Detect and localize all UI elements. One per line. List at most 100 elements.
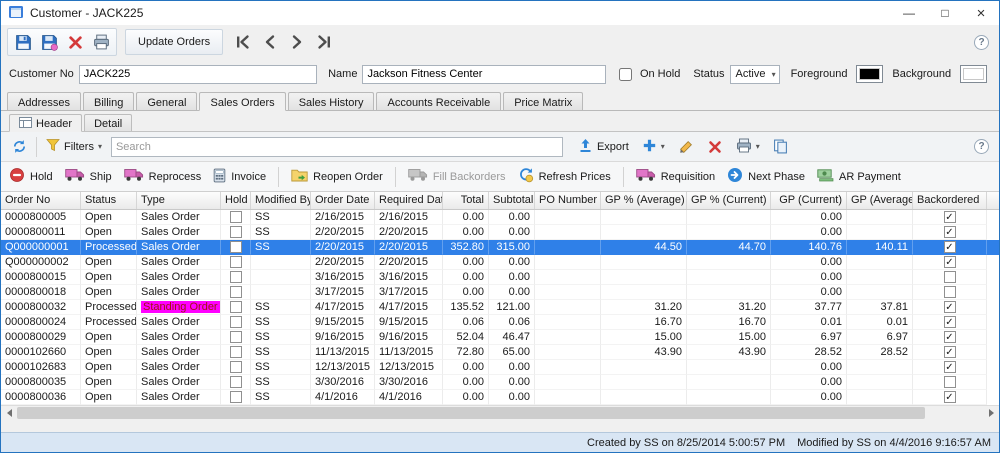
- table-row[interactable]: 0000800024 Processed Sales Order SS 9/15/201…: [1, 315, 999, 330]
- backordered-checkbox[interactable]: ✓: [943, 391, 956, 403]
- tab-price-matrix[interactable]: Price Matrix: [503, 92, 584, 110]
- subtab-header[interactable]: Header: [9, 114, 83, 132]
- first-record-button[interactable]: [231, 30, 255, 54]
- filters-button[interactable]: Filters ▾: [42, 136, 106, 157]
- last-record-button[interactable]: [312, 30, 336, 54]
- table-row[interactable]: 0000800018 Open Sales Order 3/17/2015 3/17/2…: [1, 285, 999, 300]
- column-header-order_date[interactable]: Order Date: [311, 192, 375, 209]
- hold-checkbox[interactable]: [229, 226, 242, 238]
- background-swatch[interactable]: [960, 65, 987, 83]
- column-header-backordered[interactable]: Backordered: [913, 192, 987, 209]
- requisition-button[interactable]: Requisition: [635, 168, 715, 185]
- ship-button[interactable]: Ship: [64, 168, 112, 185]
- hold-checkbox[interactable]: [229, 271, 242, 283]
- scroll-track[interactable]: [17, 406, 983, 420]
- add-order-button[interactable]: ▾: [638, 136, 669, 158]
- table-row[interactable]: 0000800011 Open Sales Order SS 2/20/2015 2/20…: [1, 225, 999, 240]
- tab-billing[interactable]: Billing: [82, 92, 135, 110]
- save-button[interactable]: [11, 30, 35, 54]
- customer-no-input[interactable]: [78, 64, 318, 84]
- tab-accounts-receivable[interactable]: Accounts Receivable: [376, 92, 502, 110]
- column-header-status[interactable]: Status: [81, 192, 137, 209]
- edit-order-button[interactable]: [674, 135, 698, 159]
- table-row[interactable]: 0000800036 Open Sales Order SS 4/1/2016 4/1/2…: [1, 390, 999, 405]
- help-icon[interactable]: ?: [974, 34, 989, 50]
- backordered-checkbox[interactable]: ✓: [943, 241, 956, 253]
- table-row[interactable]: 0000800032 Processed Standing Order SS 4/17/…: [1, 300, 999, 315]
- horizontal-scrollbar[interactable]: [1, 405, 999, 420]
- column-header-gp_pct_avg[interactable]: GP % (Average): [601, 192, 687, 209]
- help-icon[interactable]: ?: [974, 139, 989, 154]
- column-header-gp_cur[interactable]: GP (Current): [771, 192, 847, 209]
- update-orders-button[interactable]: Update Orders: [125, 29, 224, 55]
- column-header-order_no[interactable]: Order No: [1, 192, 81, 209]
- table-row[interactable]: Q000000001 Processed Sales Order SS 2/20/201…: [1, 240, 999, 255]
- column-header-po_number[interactable]: PO Number: [535, 192, 601, 209]
- column-header-hold[interactable]: Hold: [221, 192, 251, 209]
- column-header-total[interactable]: Total: [443, 192, 489, 209]
- hold-checkbox[interactable]: [229, 346, 242, 358]
- export-button[interactable]: Export: [574, 136, 633, 158]
- hold-checkbox[interactable]: [229, 361, 242, 373]
- table-row[interactable]: Q000000002 Open Sales Order 2/20/2015 2/20/2…: [1, 255, 999, 270]
- subtab-detail[interactable]: Detail: [84, 114, 133, 131]
- hold-checkbox[interactable]: [229, 256, 242, 268]
- backordered-checkbox[interactable]: ✓: [943, 316, 956, 328]
- hold-checkbox[interactable]: [229, 211, 242, 223]
- backordered-checkbox[interactable]: [943, 271, 956, 283]
- reopen-order-button[interactable]: Reopen Order: [291, 169, 383, 185]
- scroll-left-arrow[interactable]: [1, 406, 17, 420]
- hold-checkbox[interactable]: [229, 391, 242, 403]
- copy-order-button[interactable]: [769, 135, 793, 159]
- invoice-button[interactable]: Invoice: [213, 168, 266, 186]
- previous-record-button[interactable]: [258, 30, 282, 54]
- backordered-checkbox[interactable]: ✓: [943, 346, 956, 358]
- table-row[interactable]: 0000800005 Open Sales Order SS 2/16/2015 2/16…: [1, 210, 999, 225]
- column-header-subtotal[interactable]: Subtotal: [489, 192, 535, 209]
- next-phase-button[interactable]: Next Phase: [727, 167, 805, 186]
- column-header-gp_pct_cur[interactable]: GP % (Current): [687, 192, 771, 209]
- backordered-checkbox[interactable]: ✓: [943, 331, 956, 343]
- table-row[interactable]: 0000800015 Open Sales Order 3/16/2015 3/16/2…: [1, 270, 999, 285]
- backordered-checkbox[interactable]: ✓: [943, 211, 956, 223]
- backordered-checkbox[interactable]: [943, 376, 956, 388]
- tab-sales-history[interactable]: Sales History: [287, 92, 375, 110]
- customer-name-input[interactable]: [362, 64, 606, 84]
- close-button[interactable]: ×: [963, 1, 999, 25]
- next-record-button[interactable]: [285, 30, 309, 54]
- scroll-thumb[interactable]: [17, 407, 926, 419]
- hold-checkbox[interactable]: [229, 286, 242, 298]
- column-header-modified_by[interactable]: Modified By: [251, 192, 311, 209]
- fill-backorders-button[interactable]: Fill Backorders: [408, 168, 506, 185]
- hold-button[interactable]: Hold: [9, 167, 53, 186]
- foreground-swatch[interactable]: [856, 65, 884, 83]
- hold-checkbox[interactable]: [229, 316, 242, 328]
- column-header-type[interactable]: Type: [137, 192, 221, 209]
- delete-record-button[interactable]: [63, 30, 87, 54]
- print-orders-button[interactable]: ▾: [732, 136, 764, 158]
- table-row[interactable]: 0000800029 Open Sales Order SS 9/16/2015 9/16…: [1, 330, 999, 345]
- column-header-gp_avg[interactable]: GP (Average): [847, 192, 913, 209]
- delete-order-button[interactable]: [703, 135, 727, 159]
- minimize-button[interactable]: —: [891, 1, 927, 25]
- status-dropdown[interactable]: Active ▾: [729, 64, 780, 84]
- backordered-checkbox[interactable]: ✓: [943, 301, 956, 313]
- maximize-button[interactable]: □: [927, 1, 963, 25]
- scroll-right-arrow[interactable]: [983, 406, 999, 420]
- table-row[interactable]: 0000102660 Open Sales Order SS 11/13/2015 11/…: [1, 345, 999, 360]
- hold-checkbox[interactable]: [229, 376, 242, 388]
- tab-addresses[interactable]: Addresses: [7, 92, 81, 110]
- backordered-checkbox[interactable]: ✓: [943, 361, 956, 373]
- backordered-checkbox[interactable]: [943, 286, 956, 298]
- save-close-button[interactable]: [37, 30, 61, 54]
- reprocess-button[interactable]: Reprocess: [123, 168, 201, 185]
- hold-checkbox[interactable]: [229, 331, 242, 343]
- refresh-prices-button[interactable]: Refresh Prices: [518, 167, 611, 186]
- tab-sales-orders[interactable]: Sales Orders: [199, 92, 286, 111]
- refresh-button[interactable]: [7, 135, 31, 159]
- hold-checkbox[interactable]: [229, 241, 242, 253]
- hold-checkbox[interactable]: [229, 301, 242, 313]
- backordered-checkbox[interactable]: ✓: [943, 226, 956, 238]
- search-input[interactable]: [110, 136, 563, 157]
- ar-payment-button[interactable]: AR Payment: [817, 168, 901, 185]
